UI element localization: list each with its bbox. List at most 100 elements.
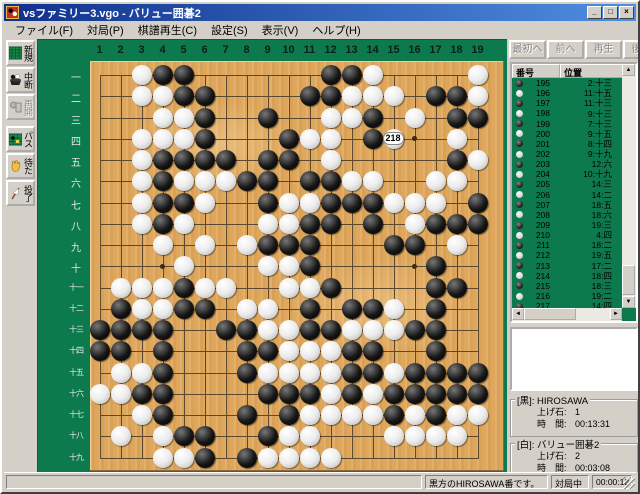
column-coordinate-label: 4 xyxy=(153,44,173,56)
nav-play-button[interactable]: 再生 xyxy=(585,40,622,59)
move-list[interactable]: 番号 位置 1952:十三19611:十五19711:十三1989:十三1997… xyxy=(510,62,638,323)
stone-black xyxy=(153,171,173,191)
stone-black xyxy=(384,405,404,425)
move-number: 204 xyxy=(526,169,550,179)
interrupt-button[interactable]: 中断 xyxy=(6,67,35,93)
stone-black xyxy=(90,320,110,340)
stone-black xyxy=(321,65,341,85)
stone-white xyxy=(132,214,152,234)
title-bar: vsファミリー3.vgo - バリュー囲碁2 _ □ × xyxy=(4,4,636,21)
black-stone-icon xyxy=(516,80,523,87)
stone-white xyxy=(132,193,152,213)
stone-white xyxy=(132,129,152,149)
scroll-right-icon[interactable]: ► xyxy=(610,308,622,320)
resume-button[interactable]: 再開 xyxy=(6,94,35,120)
pass-button[interactable]: パス xyxy=(6,126,35,152)
move-row[interactable]: 21714:四 xyxy=(512,301,622,308)
stone-black xyxy=(174,278,194,298)
stone-black xyxy=(174,86,194,106)
row-coordinate-label: 三 xyxy=(66,112,86,127)
white-time-line: 時 間: 00:03:08 xyxy=(511,462,637,472)
column-coordinate-label: 3 xyxy=(132,44,152,56)
stone-white xyxy=(132,363,152,383)
stone-black xyxy=(279,235,299,255)
stone-black xyxy=(279,150,299,170)
row-coordinate-label: 九 xyxy=(66,239,86,254)
stone-white xyxy=(195,171,215,191)
stone-white xyxy=(279,448,299,468)
resize-grip[interactable] xyxy=(623,477,635,489)
row-coordinate-label: 一 xyxy=(66,69,86,84)
stone-white xyxy=(153,278,173,298)
stone-white xyxy=(384,363,404,383)
stone-white xyxy=(342,108,362,128)
new-game-button[interactable]: 新規 xyxy=(6,40,35,66)
menu-file[interactable]: ファイル(F) xyxy=(8,20,80,40)
stone-white xyxy=(132,278,152,298)
stone-black xyxy=(195,129,215,149)
resign-button[interactable]: 投了 xyxy=(6,180,35,206)
stone-white xyxy=(384,426,404,446)
move-list-horizontal-scrollbar[interactable]: ◄ ► xyxy=(512,308,622,321)
row-coordinate-label: 十六 xyxy=(66,388,86,399)
scroll-left-icon[interactable]: ◄ xyxy=(512,308,524,320)
move-list-header-position[interactable]: 位置 xyxy=(560,64,623,78)
stone-white xyxy=(195,235,215,255)
stone-white xyxy=(447,129,467,149)
maximize-button[interactable]: □ xyxy=(603,6,618,19)
nav-first-button[interactable]: 最初へ xyxy=(509,40,546,59)
info-box xyxy=(510,327,638,391)
white-stone-icon xyxy=(516,151,523,158)
white-stone-icon xyxy=(516,90,523,97)
stone-black xyxy=(447,108,467,128)
black-captures-line: 上げ石: 1 xyxy=(511,406,637,418)
menu-game[interactable]: 対局(P) xyxy=(80,20,131,40)
white-stone-icon xyxy=(516,232,523,239)
black-stone-icon xyxy=(516,282,523,289)
stone-black xyxy=(447,86,467,106)
stone-black xyxy=(426,405,446,425)
black-player-title: [黒]: HIROSAWA xyxy=(515,393,590,407)
close-button[interactable]: × xyxy=(619,6,634,19)
menu-replay[interactable]: 棋譜再生(C) xyxy=(131,20,204,40)
flag-icon xyxy=(9,186,22,200)
stone-black xyxy=(300,235,320,255)
menu-view[interactable]: 表示(V) xyxy=(255,20,306,40)
stone-white xyxy=(153,129,173,149)
scroll-thumb[interactable] xyxy=(622,265,635,295)
row-coordinate-label: 十四 xyxy=(66,345,86,356)
go-board[interactable]: 218 xyxy=(90,61,504,471)
stone-white xyxy=(132,299,152,319)
menu-settings[interactable]: 設定(S) xyxy=(204,20,255,40)
nav-prev-button[interactable]: 前へ xyxy=(547,40,584,59)
stone-black xyxy=(363,108,383,128)
stone-black xyxy=(426,299,446,319)
column-coordinate-label: 5 xyxy=(174,44,194,56)
move-list-vertical-scrollbar[interactable]: ▲ ▼ xyxy=(622,64,636,308)
column-coordinate-label: 19 xyxy=(468,44,488,56)
stone-black xyxy=(447,150,467,170)
stone-black xyxy=(363,193,383,213)
scroll-thumb[interactable] xyxy=(524,308,576,320)
stone-white xyxy=(342,86,362,106)
minimize-button[interactable]: _ xyxy=(587,6,602,19)
status-bar: 黒方のHIROSAWA番です。 対局中 00:00:12 xyxy=(4,472,636,490)
move-number: 199 xyxy=(526,119,550,129)
undo-button[interactable]: 待た xyxy=(6,153,35,179)
column-coordinate-label: 12 xyxy=(321,44,341,56)
stone-white xyxy=(174,108,194,128)
white-stone-icon xyxy=(516,293,523,300)
stone-black xyxy=(195,108,215,128)
stone-black xyxy=(258,150,278,170)
menu-help[interactable]: ヘルプ(H) xyxy=(305,20,367,40)
toolbar-label: 新規 xyxy=(23,45,32,61)
scroll-down-icon[interactable]: ▼ xyxy=(622,296,635,308)
scroll-up-icon[interactable]: ▲ xyxy=(622,64,635,76)
move-list-header-number[interactable]: 番号 xyxy=(512,64,560,78)
stone-white xyxy=(426,426,446,446)
stone-white xyxy=(300,193,320,213)
nav-next-button[interactable]: 後へ xyxy=(623,40,640,59)
move-list-body: 1952:十三19611:十五19711:十三1989:十三1997:十三200… xyxy=(512,78,622,308)
stone-black xyxy=(195,86,215,106)
stone-white xyxy=(342,320,362,340)
